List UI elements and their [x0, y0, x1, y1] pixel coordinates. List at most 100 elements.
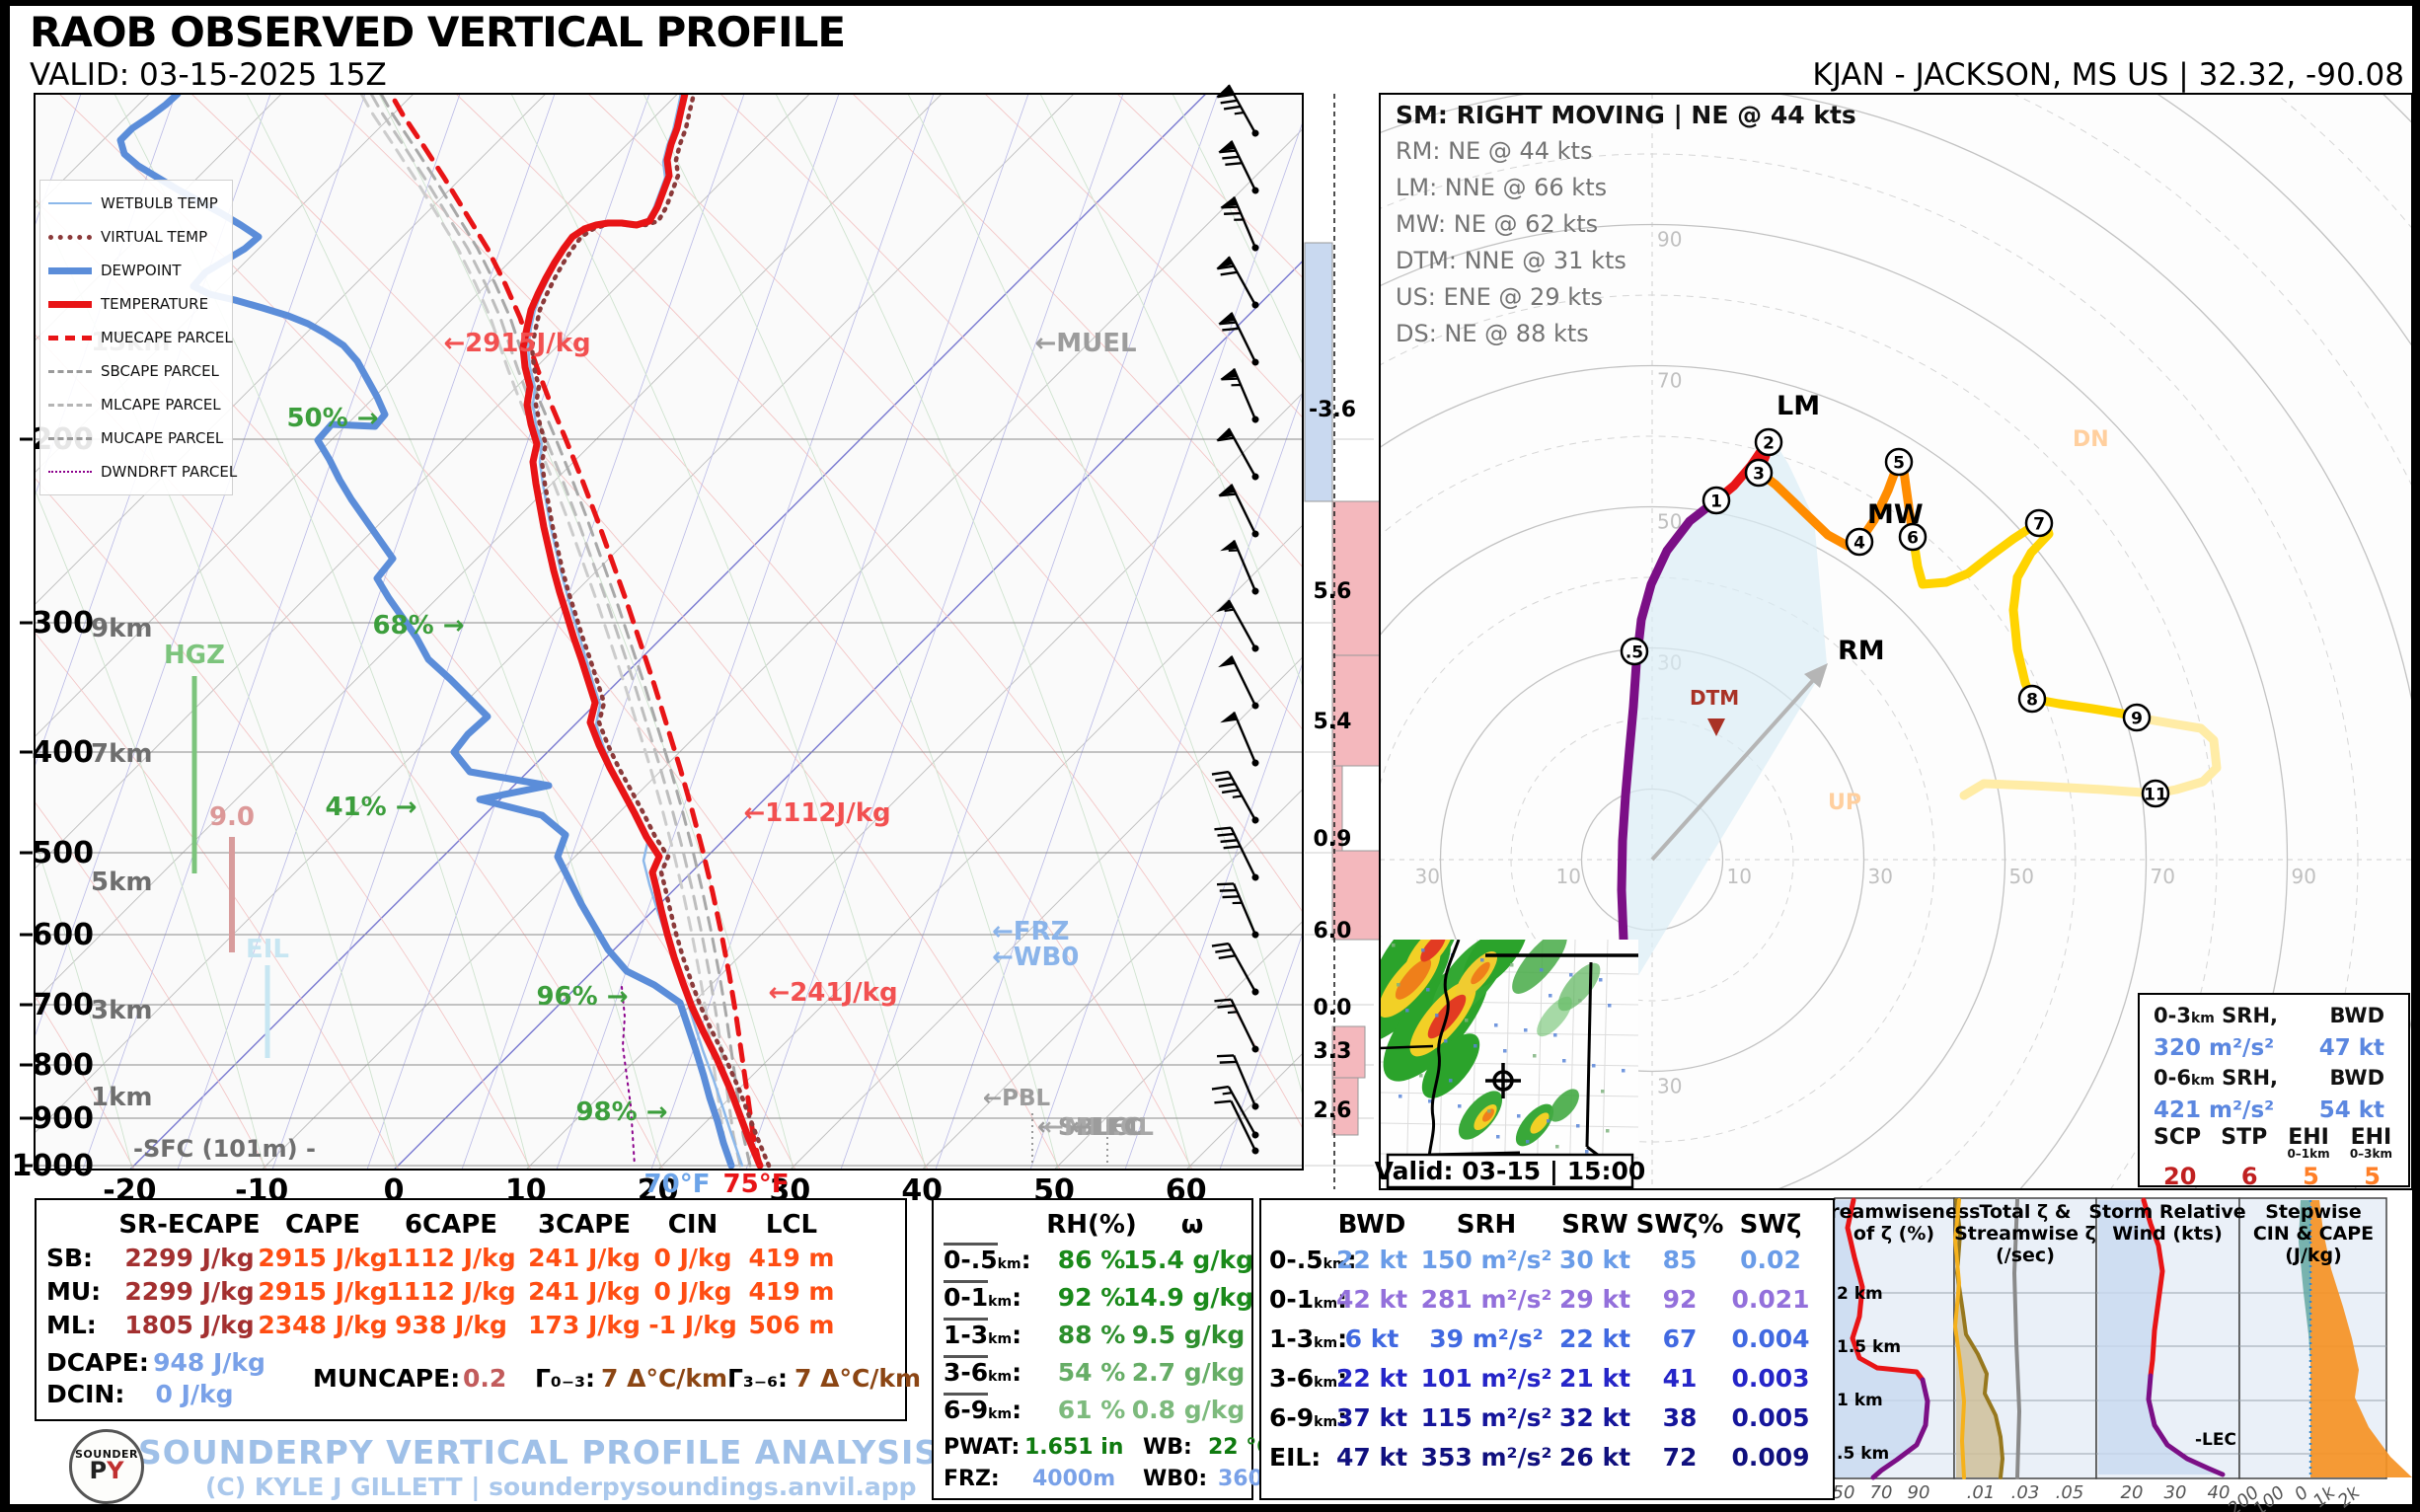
lfc-label: ←LFC	[1071, 1112, 1142, 1141]
cape-annotation: ←2915J/kg	[443, 329, 590, 358]
srh3-values: 320 m²/s² 47 kt	[2154, 1035, 2384, 1061]
kin-cell: 47 kt	[1335, 1443, 1408, 1472]
inset-xtick: 2k	[2334, 1481, 2365, 1512]
kin-cell: 72	[1662, 1443, 1698, 1472]
moist-row-label: 3-6km:	[944, 1355, 1021, 1387]
thermo-header: 3CAPE	[537, 1210, 632, 1240]
omega-value: 2.6	[1314, 1098, 1352, 1123]
legend-line-sample	[48, 471, 92, 473]
dn-label: DN	[2073, 427, 2109, 452]
lr03-label: Γ₀₋₃:	[535, 1364, 596, 1393]
rh-annotation: 96% →	[536, 982, 628, 1012]
inset-xtick: 0	[2291, 1482, 2312, 1505]
kin-cell: 150 m²/s²	[1420, 1246, 1552, 1274]
muncape-value: 0.2	[463, 1364, 507, 1393]
inset-ytick: 1 km	[1837, 1391, 1883, 1410]
frz-label: FRZ:	[944, 1467, 1000, 1491]
thermo-cell: 2299 J/kg	[124, 1244, 255, 1272]
surface-temp-f-label: 75°F	[723, 1170, 790, 1199]
inset-title: (/sec)	[1996, 1245, 2055, 1266]
thermo-cell: 419 m	[748, 1277, 835, 1306]
moist-row-label: 0-1km:	[944, 1280, 1021, 1312]
lr36-label: Γ₃₋₆:	[727, 1364, 789, 1393]
height-marker-label: 4	[1853, 534, 1865, 554]
rh-annotation: 98% →	[575, 1097, 667, 1127]
srh-bwd-summary: 0-3km SRH, BWD 320 m²/s² 47 kt 0-6km SRH, BWD…	[2138, 993, 2410, 1190]
storm-motion-line: SM: RIGHT MOVING | NE @ 44 kts	[1396, 101, 1856, 129]
kin-cell: 29 kt	[1558, 1285, 1631, 1314]
kin-row-label: EIL:	[1269, 1443, 1322, 1472]
omega-cell: 15.4 g/kg	[1123, 1246, 1253, 1274]
footer-credit: (C) KYLE J GILLETT | sounderpysoundings.…	[205, 1473, 917, 1501]
legend-item-label: WETBULB TEMP	[101, 194, 218, 212]
rh-cell: 54 %	[1057, 1358, 1126, 1387]
thermo-header: SR-ECAPE	[118, 1210, 261, 1240]
legend-line-sample	[48, 234, 92, 240]
rh-cell: 92 %	[1057, 1283, 1126, 1312]
legend-item: SBCAPE PARCEL	[48, 354, 224, 388]
inset-xtick: 70	[1870, 1482, 1893, 1503]
eil-label: EIL	[246, 935, 289, 964]
pwat-value: 1.651 in	[1024, 1435, 1124, 1460]
moist-row-label: 0-.5km:	[944, 1243, 1031, 1274]
skewt-legend: WETBULB TEMP VIRTUAL TEMP DEWPOINT TEMPERAT…	[39, 180, 237, 495]
sounderpy-figure: RAOB OBSERVED VERTICAL PROFILE VALID: 03…	[0, 0, 2420, 1512]
rh-cell: 61 %	[1057, 1396, 1126, 1424]
thermo-cell: 0 J/kg	[653, 1277, 732, 1306]
thermo-cell: 2299 J/kg	[124, 1277, 255, 1306]
inset-title: Storm Relative	[2088, 1201, 2245, 1223]
kin-cell: 26 kt	[1558, 1443, 1631, 1472]
muel-label: ←MUEL	[1034, 329, 1136, 358]
legend-item-label: MUCAPE PARCEL	[101, 429, 224, 447]
pressure-tick: 600	[32, 918, 94, 952]
kin-cell: 6 kt	[1344, 1324, 1399, 1353]
storm-motion-line: MW: NE @ 62 kts	[1396, 210, 1599, 238]
omega-value: 3.3	[1314, 1039, 1352, 1064]
inset-xtick: 30	[2164, 1482, 2187, 1503]
legend-line-sample	[48, 202, 92, 204]
kin-cell: 0.02	[1740, 1246, 1801, 1274]
ring-label: 70	[1657, 369, 1682, 393]
composite-values: 20 6 5 5	[2163, 1163, 2381, 1190]
ring-label: 90	[2292, 865, 2316, 888]
kin-cell: 0.004	[1731, 1324, 1810, 1353]
legend-line-sample	[48, 436, 92, 440]
cape-annotation: ←241J/kg	[768, 978, 897, 1008]
legend-line-sample	[48, 335, 92, 340]
ring-label: 70	[2151, 865, 2175, 888]
rh-annotation: 68% →	[372, 611, 464, 641]
inset-panels: Streamwisenessof ζ (%)2 km1.5 km1 km.5 k…	[1808, 1197, 2412, 1512]
legend-item: WETBULB TEMP	[48, 187, 224, 220]
lec-label: -LEC	[2195, 1430, 2236, 1450]
legend-item: MUECAPE PARCEL	[48, 321, 233, 354]
height-label: 7km	[91, 739, 152, 769]
kin-cell: 85	[1662, 1246, 1698, 1274]
height-label: 3km	[91, 996, 152, 1025]
legend-item-label: TEMPERATURE	[101, 295, 209, 313]
kin-cell: 0.021	[1731, 1285, 1810, 1314]
height-label: 1km	[91, 1083, 152, 1112]
thermo-header: CAPE	[284, 1210, 361, 1240]
kin-cell: 22 kt	[1335, 1246, 1408, 1274]
kin-header: SWζ%	[1635, 1210, 1724, 1240]
legend-line-sample	[48, 403, 92, 407]
thermo-cell: 2915 J/kg	[258, 1277, 388, 1306]
storm-motion-line: LM: NNE @ 66 kts	[1396, 174, 1608, 201]
height-marker-label: 3	[1753, 465, 1765, 485]
thermo-header: 6CAPE	[404, 1210, 498, 1240]
muncape-label: MUNCAPE:	[313, 1364, 461, 1393]
ring-label: 30	[1415, 865, 1440, 888]
station-info: KJAN - JACKSON, MS US | 32.32, -90.08	[1812, 57, 2404, 93]
omega-cell: 9.5 g/kg	[1131, 1321, 1246, 1349]
pbl-label: ←PBL	[983, 1086, 1051, 1111]
rm-label: RM	[1838, 636, 1885, 666]
dcape-label: DCAPE:	[46, 1348, 149, 1377]
legend-item: DWNDRFT PARCEL	[48, 455, 237, 489]
height-label: 9km	[91, 614, 152, 643]
inset-xtick: 50	[1833, 1482, 1855, 1503]
kin-cell: 281 m²/s²	[1420, 1285, 1552, 1314]
thermo-row-label: SB:	[46, 1244, 94, 1272]
ring-label: 30	[1868, 865, 1893, 888]
thermo-header: LCL	[765, 1210, 818, 1240]
thermo-cell: 506 m	[748, 1311, 835, 1339]
